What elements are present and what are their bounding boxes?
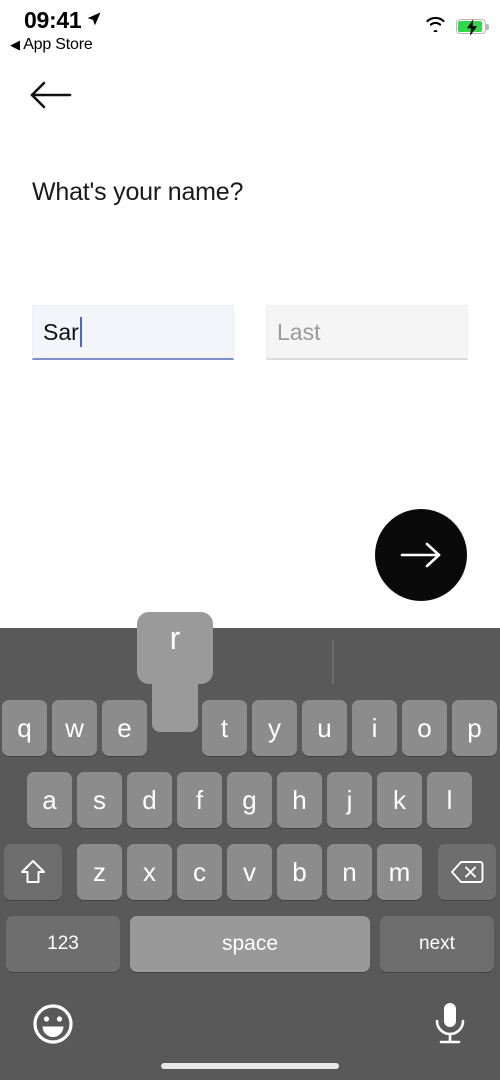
key-s[interactable]: s	[77, 772, 122, 828]
next-button[interactable]	[375, 509, 467, 601]
wifi-icon	[425, 16, 446, 37]
microphone-icon	[435, 1003, 465, 1044]
last-name-input[interactable]: Last	[266, 305, 468, 360]
key-z[interactable]: z	[77, 844, 122, 900]
key-l[interactable]: l	[427, 772, 472, 828]
space-key[interactable]: space	[130, 916, 370, 972]
backspace-key[interactable]	[438, 844, 496, 900]
key-popup-r: r	[137, 612, 213, 732]
key-i[interactable]: i	[352, 700, 397, 756]
dictation-key[interactable]	[430, 999, 470, 1049]
key-h[interactable]: h	[277, 772, 322, 828]
shift-key[interactable]	[4, 844, 62, 900]
numbers-key[interactable]: 123	[6, 916, 120, 972]
key-m[interactable]: m	[377, 844, 422, 900]
emoji-key[interactable]	[30, 1001, 76, 1047]
key-d[interactable]: d	[127, 772, 172, 828]
battery-charging-icon	[456, 19, 489, 36]
key-popup-label: r	[169, 620, 181, 656]
status-bar-time: 09:41	[24, 7, 82, 33]
arrow-left-icon	[30, 81, 72, 109]
status-bar-back-to-app[interactable]: ◀ App Store	[10, 36, 93, 54]
text-cursor	[79, 317, 82, 347]
arrow-right-icon	[400, 542, 441, 568]
on-screen-keyboard: q w e r t y u i o p r a s d f g h j k l …	[0, 612, 500, 1080]
key-p[interactable]: p	[452, 700, 497, 756]
backspace-icon	[451, 861, 484, 883]
key-n[interactable]: n	[327, 844, 372, 900]
first-name-value: Sar	[43, 318, 79, 345]
next-key[interactable]: next	[380, 916, 494, 972]
name-fields: Sar Last	[32, 305, 468, 361]
key-f[interactable]: f	[177, 772, 222, 828]
location-arrow-icon	[86, 11, 102, 32]
key-c[interactable]: c	[177, 844, 222, 900]
key-o[interactable]: o	[402, 700, 447, 756]
status-bar: 09:41 ◀ App Store	[0, 0, 500, 62]
back-button[interactable]	[28, 78, 72, 116]
key-w[interactable]: w	[52, 700, 97, 756]
key-b[interactable]: b	[277, 844, 322, 900]
key-k[interactable]: k	[377, 772, 422, 828]
home-indicator	[161, 1063, 339, 1069]
key-y[interactable]: y	[252, 700, 297, 756]
first-name-input[interactable]: Sar	[32, 305, 234, 360]
key-x[interactable]: x	[127, 844, 172, 900]
last-name-placeholder: Last	[277, 318, 321, 345]
key-u[interactable]: u	[302, 700, 347, 756]
status-bar-back-label: App Store	[23, 36, 93, 53]
key-q[interactable]: q	[2, 700, 47, 756]
phone-screen: 09:41 ◀ App Store What's your name? Sar …	[0, 0, 500, 1080]
status-bar-indicators	[425, 16, 489, 37]
key-g[interactable]: g	[227, 772, 272, 828]
keyboard-divider	[332, 640, 334, 684]
key-a[interactable]: a	[27, 772, 72, 828]
page-title: What's your name?	[32, 178, 244, 206]
key-j[interactable]: j	[327, 772, 372, 828]
emoji-smiley-icon	[33, 1004, 73, 1044]
back-triangle-icon: ◀	[10, 37, 20, 52]
key-v[interactable]: v	[227, 844, 272, 900]
shift-icon	[21, 860, 45, 883]
